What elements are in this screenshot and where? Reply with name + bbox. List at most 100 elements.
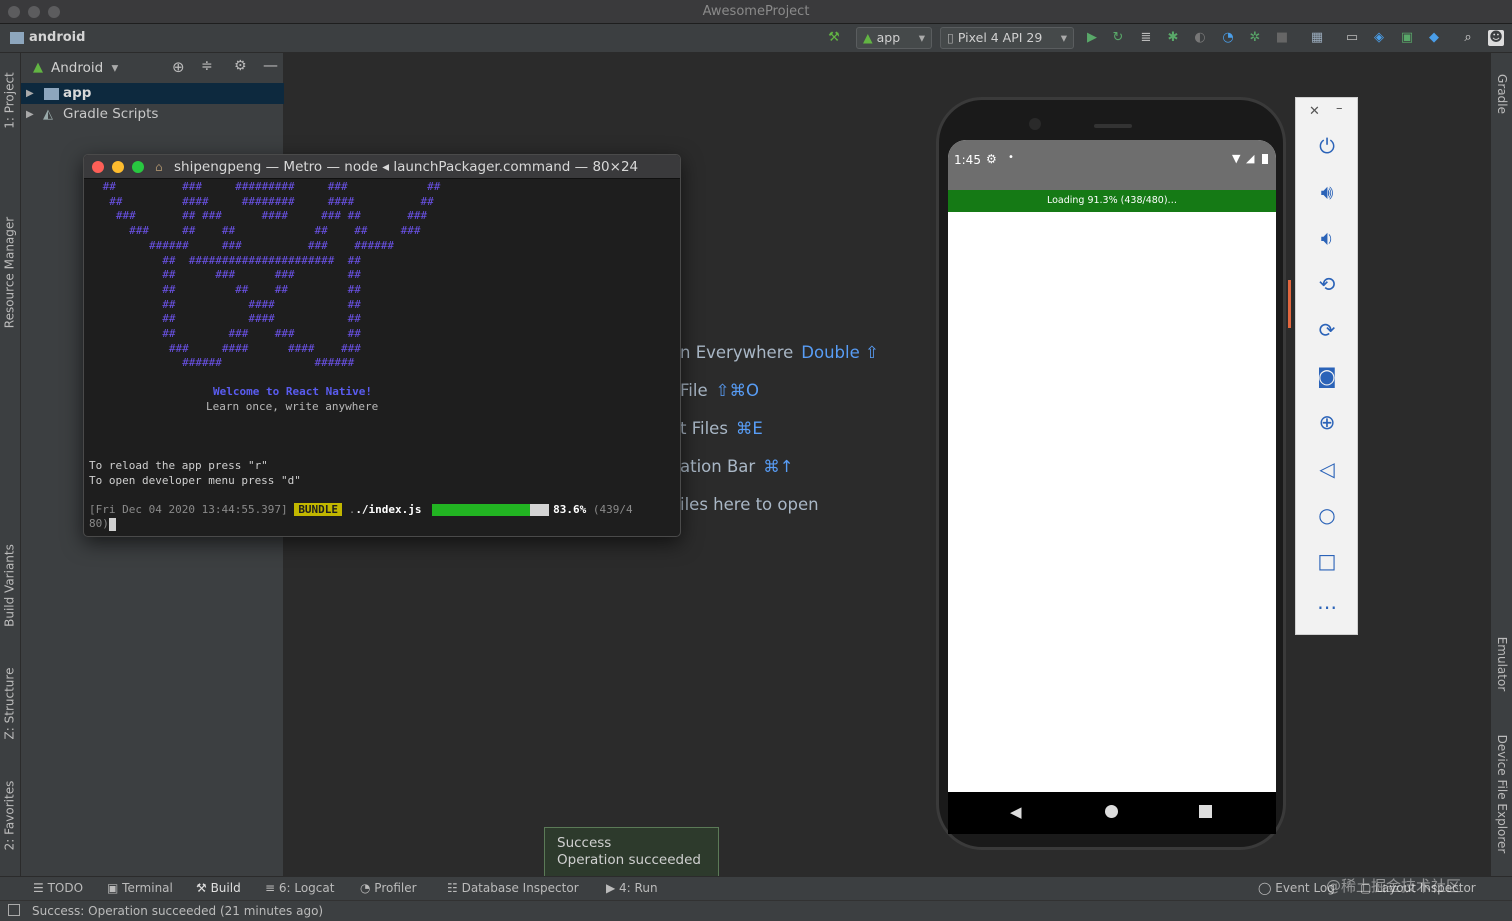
bundle-count-tail: 80) <box>89 517 109 530</box>
logcat-icon: ≡ <box>265 881 279 895</box>
settings-icon: ⚙ <box>986 152 997 166</box>
debug-attach-icon[interactable]: ✲ <box>1247 30 1263 46</box>
tab-label: Build <box>210 881 241 895</box>
hint-shortcut: ⇧⌘O <box>715 381 759 400</box>
tab-label: Terminal <box>122 881 173 895</box>
tab-todo[interactable]: ☰ TODO <box>33 881 83 895</box>
bundle-log-line-wrap: 80) <box>89 517 116 532</box>
bundle-file: ./index.js <box>355 503 422 516</box>
volume-up-button[interactable]: 🔊︎ <box>1313 178 1341 206</box>
hint-go-to-file: File ⇧⌘O <box>680 381 759 400</box>
tree-item-gradle-scripts[interactable]: ▶ ◭ Gradle Scripts <box>21 104 284 125</box>
hint-shortcut: ⌘↑ <box>763 457 794 476</box>
volume-down-button[interactable]: 🔉︎ <box>1313 224 1341 252</box>
sdk-manager-icon[interactable]: ◈ <box>1371 30 1387 46</box>
project-panel-header: ▲ Android ▾ ⊕ ≑ ⚙ — <box>21 53 284 81</box>
front-camera <box>1029 118 1041 130</box>
profiler-icon: ◔ <box>360 881 375 895</box>
react-ascii-logo: ## ### ######### ### ## ## #### ########… <box>102 180 441 370</box>
nav-back-icon[interactable]: ◀ <box>1010 803 1022 821</box>
minimize-icon[interactable] <box>112 161 124 173</box>
apply-changes-icon[interactable]: ↻ <box>1110 30 1126 46</box>
nav-overview-icon[interactable] <box>1199 805 1212 818</box>
back-button[interactable]: ◁ <box>1313 455 1341 483</box>
terminal-titlebar[interactable]: ⌂ shipengpeng — Metro — node ◂ launchPac… <box>84 155 680 179</box>
bundle-log-line: [Fri Dec 04 2020 13:44:55.397] BUNDLE ..… <box>89 503 633 516</box>
wifi-icon: ▼ <box>1232 152 1241 165</box>
terminal-title: shipengpeng — Metro — node ◂ launchPacka… <box>174 159 639 175</box>
metro-loading-banner: Loading 91.3% (438/480)… <box>948 190 1276 212</box>
tab-device-file-explorer[interactable]: Device File Explorer <box>1491 714 1512 874</box>
tab-profiler[interactable]: ◔ Profiler <box>360 881 417 895</box>
tab-gradle[interactable]: Gradle <box>1491 14 1512 174</box>
tab-terminal[interactable]: ▣ Terminal <box>107 881 173 895</box>
view-mode-select[interactable]: Android ▾ <box>51 60 118 76</box>
locate-icon[interactable]: ⊕ <box>172 58 185 76</box>
layout-inspector-icon[interactable]: ◆ <box>1426 30 1442 46</box>
tab-label: 6: Logcat <box>278 881 335 895</box>
tab-database-inspector[interactable]: ☷ Database Inspector <box>447 881 579 895</box>
home-button[interactable]: ○ <box>1313 501 1341 529</box>
tab-label: 4: Run <box>619 881 658 895</box>
run-icon[interactable]: ▶ <box>1084 30 1100 46</box>
overview-button[interactable]: □ <box>1313 547 1341 575</box>
tab-build[interactable]: ⚒ Build <box>196 881 241 895</box>
status-time: 1:45 <box>954 153 981 167</box>
close-icon[interactable] <box>92 161 104 173</box>
avd-manager-icon[interactable]: ▭ <box>1344 30 1360 46</box>
run-icon: ▶ <box>606 881 620 895</box>
android-icon: ▲ <box>33 60 43 75</box>
device-select[interactable]: ▯ Pixel 4 API 29 ▾ <box>940 27 1074 49</box>
close-icon[interactable]: ✕ <box>1309 104 1320 119</box>
minimize-icon[interactable]: – <box>1336 101 1343 116</box>
tree-item-app[interactable]: ▶ app <box>21 83 284 104</box>
tab-run[interactable]: ▶ 4: Run <box>606 881 658 895</box>
tree-item-label: app <box>63 85 92 101</box>
terminal-icon: ▣ <box>107 881 123 895</box>
android-status-bar: 1:45 ⚙ • ▼ ◢ <box>948 140 1276 190</box>
rotate-right-button[interactable]: ⟳ <box>1313 316 1341 344</box>
profile-icon[interactable]: ◔ <box>1220 30 1236 46</box>
apply-code-changes-icon[interactable]: ≣ <box>1138 30 1154 46</box>
search-icon[interactable]: ⌕ <box>1460 30 1476 46</box>
sync-project-icon[interactable]: ▦ <box>1309 30 1325 46</box>
tab-label: Profiler <box>374 881 417 895</box>
tab-project[interactable]: 1: Project <box>0 21 21 181</box>
hide-panel-icon[interactable]: — <box>263 56 278 74</box>
gear-icon[interactable]: ⚙ <box>234 58 247 74</box>
attach-debugger-icon[interactable]: ◐ <box>1192 30 1208 46</box>
view-mode-label: Android <box>51 60 104 76</box>
nav-home-icon[interactable] <box>1105 805 1118 818</box>
power-key <box>1288 280 1291 328</box>
tool-windows-icon[interactable] <box>8 904 20 916</box>
success-toast[interactable]: Success Operation succeeded <box>544 827 719 877</box>
terminal-window[interactable]: ⌂ shipengpeng — Metro — node ◂ launchPac… <box>83 154 681 537</box>
tab-logcat[interactable]: ≡ 6: Logcat <box>265 881 334 895</box>
tab-resource-manager[interactable]: Resource Manager <box>0 193 21 353</box>
power-button[interactable]: ⏻ <box>1313 132 1341 160</box>
zoom-icon[interactable] <box>132 161 144 173</box>
tree-item-label: Gradle Scripts <box>63 106 159 122</box>
run-config-select[interactable]: ▲ app ▾ <box>856 27 932 49</box>
device-manager-icon[interactable]: ▣ <box>1399 30 1415 46</box>
earpiece <box>1094 124 1132 128</box>
zoom-button[interactable]: ⊕ <box>1313 408 1341 436</box>
project-breadcrumb[interactable]: android <box>29 30 85 45</box>
collapse-all-icon[interactable]: ≑ <box>201 58 213 74</box>
terminal-output[interactable]: ## ### ######### ### ## ## #### ########… <box>84 180 680 536</box>
screenshot-button[interactable]: ◙ <box>1313 362 1341 390</box>
stop-icon[interactable]: ■ <box>1274 30 1290 46</box>
dev-menu-hint: To open developer menu press "d" <box>89 474 301 487</box>
emulator-screen[interactable]: 1:45 ⚙ • ▼ ◢ Loading 91.3% (438/480)… <box>948 140 1276 792</box>
event-log-icon: ◯ <box>1258 881 1276 895</box>
status-message[interactable]: Success: Operation succeeded (21 minutes… <box>32 904 323 918</box>
rotate-left-button[interactable]: ⟲ <box>1313 270 1341 298</box>
window-titlebar: AwesomeProject <box>0 0 1512 24</box>
debug-icon[interactable]: ✱ <box>1165 30 1181 46</box>
tab-event-log[interactable]: ◯ Event Log <box>1258 881 1335 895</box>
hammer-icon: ⚒ <box>196 881 211 895</box>
hammer-icon[interactable]: ⚒ <box>826 30 842 46</box>
bottom-tool-bar: ☰ TODO ▣ Terminal ⚒ Build ≡ 6: Logcat ◔ … <box>0 876 1512 900</box>
more-button[interactable]: ⋯ <box>1313 593 1341 621</box>
tab-favorites[interactable]: 2: Favorites <box>0 736 21 896</box>
